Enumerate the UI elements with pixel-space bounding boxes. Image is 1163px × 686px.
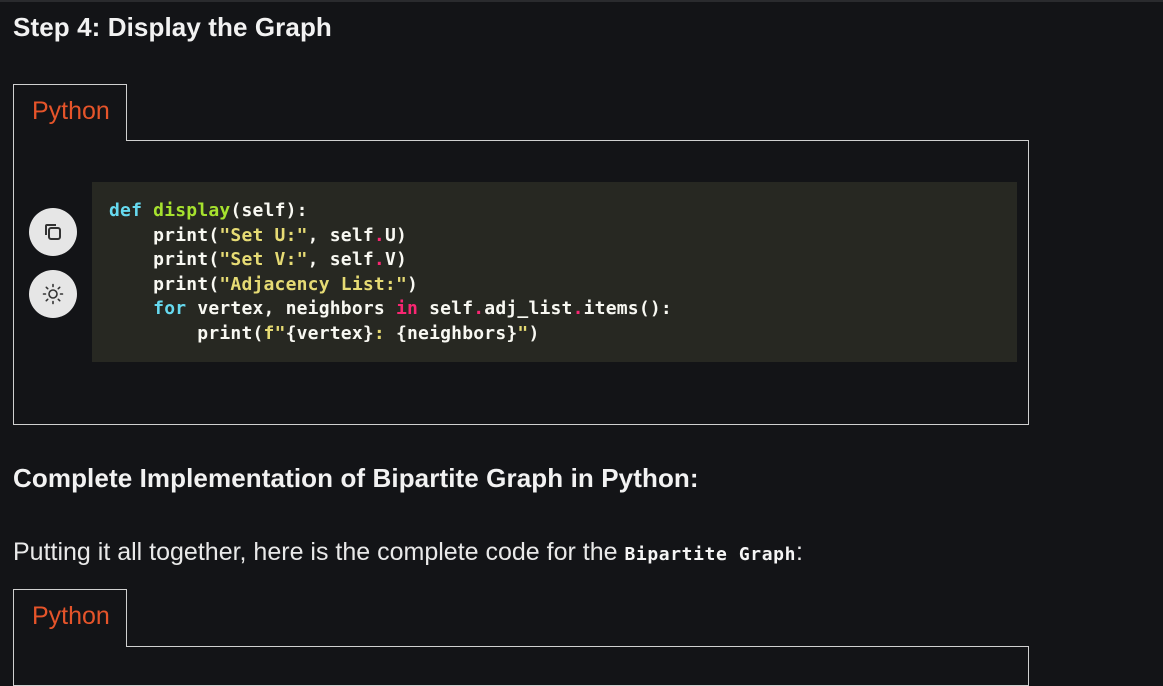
copy-button[interactable] [29,208,77,256]
tab-python-label: Python [32,97,110,125]
step-heading: Step 4: Display the Graph [13,12,332,42]
paragraph-suffix: : [796,538,803,566]
top-divider [0,0,1163,2]
tab-python-2[interactable]: Python [13,589,127,647]
inline-code: Bipartite Graph [624,544,797,565]
code-content: def display(self): print("Set U:", self.… [109,200,672,344]
code-block: def display(self): print("Set U:", self.… [92,182,1017,362]
tab-python-2-label: Python [32,602,110,630]
sun-icon [42,283,64,305]
tab-python[interactable]: Python [13,84,127,141]
intro-paragraph: Putting it all together, here is the com… [13,538,803,567]
code-panel-2 [13,646,1029,686]
theme-toggle-button[interactable] [29,270,77,318]
paragraph-text: Putting it all together, here is the com… [13,538,625,566]
section-heading: Complete Implementation of Bipartite Gra… [13,463,699,493]
copy-icon [45,224,61,240]
